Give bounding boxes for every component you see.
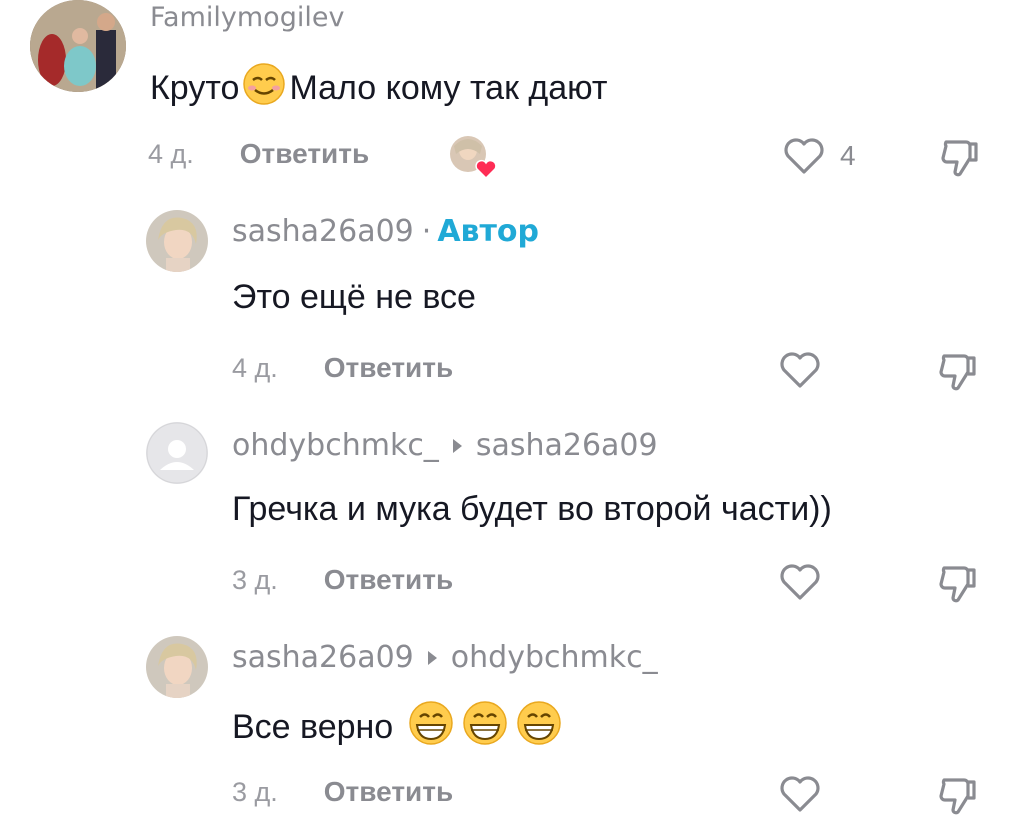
like-button[interactable]: [778, 774, 822, 814]
username[interactable]: sasha26a09: [232, 214, 414, 249]
comment-text: Круто Мало кому так дают: [150, 62, 608, 115]
comment-text: Все верно: [232, 700, 563, 755]
avatar[interactable]: [30, 0, 126, 92]
heart-outline-icon: [780, 352, 820, 388]
reply-to-username[interactable]: sasha26a09: [476, 428, 658, 463]
dislike-button[interactable]: [936, 562, 980, 611]
thumbs-down-icon: [941, 140, 978, 177]
reply-to-username[interactable]: ohdybchmkc_: [451, 640, 658, 675]
heart-outline-icon: [780, 564, 820, 600]
reply-button[interactable]: Ответить: [240, 138, 369, 170]
separator-dot: ·: [421, 214, 432, 249]
author-badge: Автор: [437, 214, 540, 249]
username-row: sasha26a09 · Автор: [232, 214, 539, 249]
reply-arrow-icon: [427, 650, 437, 665]
like-button[interactable]: [778, 562, 822, 602]
heart-outline-icon: [780, 776, 820, 812]
grinning-face-emoji-icon: [515, 700, 563, 755]
avatar[interactable]: [146, 210, 208, 272]
like-count: 4: [840, 140, 856, 171]
comment-meta: 4 д. Ответить: [148, 138, 369, 170]
timestamp: 3 д.: [232, 776, 278, 807]
reply-button[interactable]: Ответить: [324, 564, 453, 596]
comment-text: Это ещё не все: [232, 278, 476, 316]
reply-button[interactable]: Ответить: [324, 352, 453, 384]
dislike-button[interactable]: [936, 774, 980, 823]
comment-meta: 4 д. Ответить: [232, 352, 453, 384]
smiling-face-emoji-icon: [241, 62, 287, 115]
avatar[interactable]: [146, 636, 208, 698]
timestamp: 3 д.: [232, 564, 278, 595]
like-button[interactable]: 4: [782, 136, 856, 176]
timestamp: 4 д.: [232, 352, 278, 383]
reply-button[interactable]: Ответить: [324, 776, 453, 808]
thumbs-down-icon: [939, 354, 976, 391]
comment-text: Гречка и мука будет во второй части)): [232, 490, 832, 528]
username-row: sasha26a09 ohdybchmkc_: [232, 640, 658, 675]
grinning-face-emoji-icon: [461, 700, 509, 755]
like-button[interactable]: [778, 350, 822, 390]
comment-meta: 3 д. Ответить: [232, 564, 453, 596]
comment-text-body: Все верно: [232, 708, 394, 746]
dislike-button[interactable]: [936, 350, 980, 399]
thumbs-down-icon: [939, 778, 976, 815]
username[interactable]: ohdybchmkc_: [232, 428, 439, 463]
reply-arrow-icon: [452, 438, 462, 453]
comment-text-part1: Круто: [150, 69, 240, 107]
heart-outline-icon: [784, 138, 824, 174]
grinning-face-emoji-icon: [407, 700, 455, 755]
heart-badge-icon: [475, 159, 497, 180]
username[interactable]: Familymogilev: [150, 2, 344, 33]
thumbs-down-icon: [939, 566, 976, 603]
default-avatar-icon[interactable]: [146, 422, 208, 484]
timestamp: 4 д.: [148, 138, 194, 169]
comment-meta: 3 д. Ответить: [232, 776, 453, 808]
dislike-button[interactable]: [938, 136, 982, 185]
comment-text-part2: Мало кому так дают: [289, 69, 608, 107]
username[interactable]: sasha26a09: [232, 640, 414, 675]
creator-liked-avatar: [448, 134, 497, 180]
username-row: ohdybchmkc_ sasha26a09: [232, 428, 658, 463]
